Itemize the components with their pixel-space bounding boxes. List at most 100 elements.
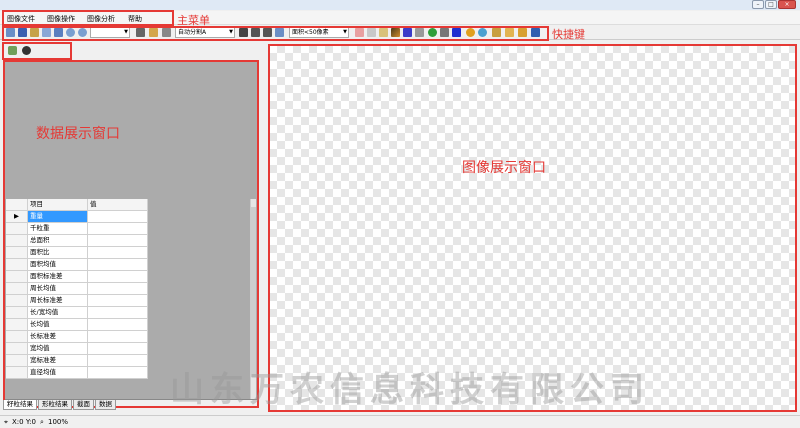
item-cell[interactable]: 周长均值	[28, 283, 88, 295]
item-cell[interactable]: 重量	[28, 211, 88, 223]
tab-section[interactable]: 截面	[73, 400, 94, 410]
row-header[interactable]	[6, 283, 28, 295]
refresh-icon[interactable]	[428, 28, 437, 37]
scrollbar-thumb[interactable]	[251, 207, 256, 377]
value-cell[interactable]	[88, 343, 148, 355]
tag-icon[interactable]	[275, 28, 284, 37]
row-header[interactable]	[6, 259, 28, 271]
palette-icon[interactable]	[403, 28, 412, 37]
grid-icon[interactable]	[367, 28, 376, 37]
item-cell[interactable]: 面积比	[28, 247, 88, 259]
row-header[interactable]	[6, 295, 28, 307]
rotate-icon[interactable]	[466, 28, 475, 37]
copy-icon[interactable]	[42, 28, 51, 37]
column-header-item[interactable]: 项目	[28, 199, 88, 211]
zoom-out-icon[interactable]	[78, 28, 87, 37]
new-icon[interactable]	[6, 28, 15, 37]
folder-icon[interactable]	[492, 28, 501, 37]
column-header-value[interactable]: 值	[88, 199, 148, 211]
row-header[interactable]	[6, 235, 28, 247]
minimize-button[interactable]: –	[752, 0, 764, 9]
zoom-icon: ⌕	[40, 418, 44, 426]
tab-shape-result[interactable]: 形粒结果	[38, 400, 72, 410]
row-header[interactable]	[6, 331, 28, 343]
item-cell[interactable]: 周长标准差	[28, 295, 88, 307]
tree-icon[interactable]	[518, 28, 527, 37]
tool-icon[interactable]	[162, 28, 171, 37]
item-cell[interactable]: 面积标准差	[28, 271, 88, 283]
row-header[interactable]	[6, 355, 28, 367]
row-header[interactable]	[6, 343, 28, 355]
tab-grain-result[interactable]: 籽粒结果	[3, 400, 37, 410]
toolbar-combo-1[interactable]: ▼	[90, 27, 130, 38]
value-cell[interactable]	[88, 367, 148, 379]
home-icon[interactable]	[54, 28, 63, 37]
close-button[interactable]: ×	[778, 0, 796, 9]
value-cell[interactable]	[88, 235, 148, 247]
item-cell[interactable]: 直径均值	[28, 367, 88, 379]
row-header[interactable]	[6, 223, 28, 235]
value-cell[interactable]	[88, 247, 148, 259]
value-cell[interactable]	[88, 319, 148, 331]
menu-help[interactable]: 帮助	[128, 14, 142, 24]
tab-data[interactable]: 数据	[95, 400, 116, 410]
line-icon[interactable]	[415, 28, 424, 37]
item-cell[interactable]: 长/宽均值	[28, 307, 88, 319]
row-header[interactable]: ▶	[6, 211, 28, 223]
row-header[interactable]	[6, 367, 28, 379]
item-cell[interactable]: 长均值	[28, 319, 88, 331]
list2-icon[interactable]	[263, 28, 272, 37]
save-icon[interactable]	[18, 28, 27, 37]
value-cell[interactable]	[88, 331, 148, 343]
item-cell[interactable]: 宽均值	[28, 343, 88, 355]
cut-icon[interactable]	[136, 28, 145, 37]
value-cell[interactable]	[88, 259, 148, 271]
item-cell[interactable]: 长标准差	[28, 331, 88, 343]
value-cell[interactable]	[88, 223, 148, 235]
item-cell[interactable]: 千粒重	[28, 223, 88, 235]
segmentation-combo[interactable]: 自动分割A ▼	[175, 27, 235, 38]
grid-corner	[6, 199, 28, 211]
item-cell[interactable]: 宽标准差	[28, 355, 88, 367]
picture-icon[interactable]	[379, 28, 388, 37]
row-header[interactable]	[6, 307, 28, 319]
pointer-icon[interactable]	[440, 28, 449, 37]
list-icon[interactable]	[251, 28, 260, 37]
title-bar: – □ ×	[0, 0, 800, 10]
row-header[interactable]	[6, 247, 28, 259]
item-cell[interactable]: 总面积	[28, 235, 88, 247]
data-window-annotation: 数据展示窗口	[36, 126, 120, 142]
left-panel-toolbar	[0, 42, 262, 59]
zoom-in-icon[interactable]	[66, 28, 75, 37]
value-cell[interactable]	[88, 271, 148, 283]
pin-icon[interactable]	[355, 28, 364, 37]
menu-image-file[interactable]: 图像文件	[7, 14, 35, 24]
open-icon[interactable]	[30, 28, 39, 37]
chart-icon[interactable]	[505, 28, 514, 37]
coords-icon: ⌖	[4, 418, 8, 426]
gradient-icon[interactable]	[391, 28, 400, 37]
row-header[interactable]	[6, 271, 28, 283]
tool2-icon[interactable]	[239, 28, 248, 37]
ruler-icon[interactable]	[149, 28, 158, 37]
area-filter-combo[interactable]: 面积<50像素 ▼	[289, 27, 349, 38]
value-cell[interactable]	[88, 355, 148, 367]
menu-image-analysis[interactable]: 图像分析	[87, 14, 115, 24]
value-cell[interactable]	[88, 211, 148, 223]
value-cell[interactable]	[88, 307, 148, 319]
value-cell[interactable]	[88, 283, 148, 295]
export-icon[interactable]	[531, 28, 540, 37]
maximize-button[interactable]: □	[765, 0, 777, 9]
item-cell[interactable]: 面积均值	[28, 259, 88, 271]
row-header[interactable]	[6, 319, 28, 331]
analyze-icon[interactable]	[8, 46, 17, 55]
menu-image-operation[interactable]: 图像操作	[47, 14, 75, 24]
sync-icon[interactable]	[478, 28, 487, 37]
settings-icon[interactable]	[22, 46, 31, 55]
color-icon[interactable]	[452, 28, 461, 37]
image-window-annotation: 图像展示窗口	[462, 160, 546, 176]
menu-bar: 图像文件 图像操作 图像分析 帮助	[0, 11, 800, 25]
shortcut-annotation: 快捷键	[552, 28, 585, 41]
image-display-panel[interactable]	[268, 44, 797, 412]
value-cell[interactable]	[88, 295, 148, 307]
